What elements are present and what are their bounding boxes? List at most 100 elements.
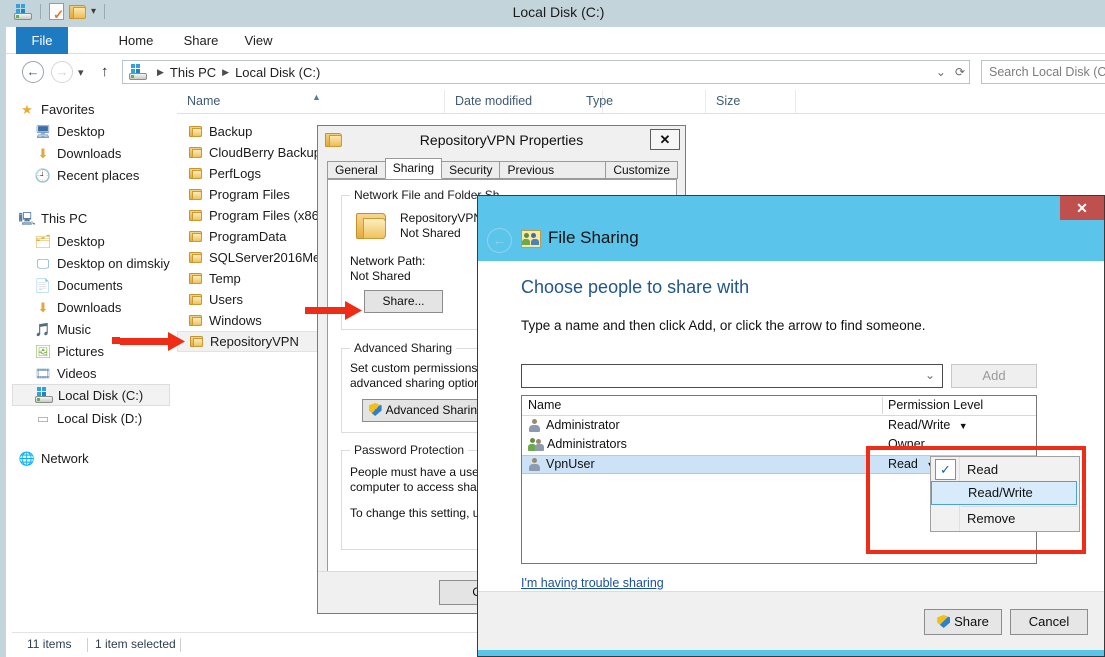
back-button[interactable]: ← <box>22 61 44 83</box>
breadcrumb-this-pc[interactable]: This PC <box>170 65 216 80</box>
back-button[interactable]: ← <box>487 228 512 253</box>
close-icon[interactable]: ✕ <box>1060 196 1104 220</box>
column-header-name[interactable]: Name <box>177 90 445 113</box>
tab-previous-versions[interactable]: Previous Versions <box>499 161 607 194</box>
page-subtitle: Type a name and then click Add, or click… <box>521 318 926 333</box>
menu-item-read[interactable]: ✓ Read <box>931 458 1079 482</box>
cancel-button[interactable]: Cancel <box>1010 609 1088 635</box>
permission-level-value: Read <box>888 457 918 471</box>
desktop-icon: 🖥 <box>34 123 52 139</box>
table-row[interactable]: CloudBerry Backup <box>177 142 321 163</box>
tab-file[interactable]: File <box>16 27 68 54</box>
sidebar-label-network: Network <box>41 450 89 466</box>
table-row[interactable]: ProgramData <box>177 226 286 247</box>
forward-button[interactable]: → <box>51 61 73 83</box>
drive-icon <box>35 387 53 403</box>
tab-share[interactable]: Share <box>176 27 226 54</box>
permission-level-dropdown[interactable]: Read/Write ▼ <box>888 418 968 432</box>
add-button[interactable]: Add <box>951 364 1037 388</box>
table-row[interactable]: Temp <box>177 268 241 289</box>
file-sharing-body: Choose people to share with Type a name … <box>478 261 1104 591</box>
permission-level-dropdown[interactable]: Read ▼ <box>888 457 935 471</box>
table-row[interactable]: SQLServer2016Media <box>177 247 338 268</box>
tab-general[interactable]: General <box>327 161 386 179</box>
user-name: Administrator <box>546 418 620 432</box>
refresh-icon[interactable]: ⟳ <box>955 65 965 79</box>
file-name: Temp <box>209 271 241 286</box>
shield-icon <box>369 403 382 416</box>
up-button[interactable]: ↑ <box>101 63 109 80</box>
sidebar-item-music[interactable]: 🎵 Music <box>12 318 91 340</box>
folder-icon <box>189 126 202 137</box>
recent-locations-icon[interactable]: ▾ <box>78 66 84 79</box>
sidebar-item-downloads[interactable]: ⬇ Downloads <box>12 296 122 318</box>
sidebar-item-videos[interactable]: 🎞 Videos <box>12 362 97 384</box>
file-name: ProgramData <box>209 229 287 244</box>
table-row[interactable]: Program Files (x86) <box>177 205 323 226</box>
sidebar-item-downloads-fav[interactable]: ⬇ Downloads <box>12 142 122 164</box>
shield-icon <box>937 615 950 628</box>
file-sharing-header: ✕ ← File Sharing <box>478 196 1104 261</box>
table-row[interactable]: Users <box>177 289 243 310</box>
share-button[interactable]: Share... <box>364 290 443 313</box>
column-header-size[interactable]: Size <box>706 90 796 113</box>
folder-icon <box>189 168 202 179</box>
sidebar-item-recent-places[interactable]: 🕘 Recent places <box>12 164 139 186</box>
table-row[interactable]: Backup <box>177 121 252 142</box>
tab-home[interactable]: Home <box>111 27 161 54</box>
history-chevron-icon[interactable]: ⌄ <box>936 65 946 79</box>
recent-places-icon: 🕘 <box>34 167 52 183</box>
table-row[interactable]: Program Files <box>177 184 290 205</box>
network-desktop-icon: 🖵 <box>36 255 50 271</box>
breadcrumb-separator-icon-2: ▶ <box>222 66 230 77</box>
sidebar-item-local-disk-c[interactable]: Local Disk (C:) <box>12 384 170 406</box>
folder-icon <box>189 189 202 200</box>
table-row[interactable]: Administrator Read/Write ▼ <box>522 417 1036 436</box>
trouble-sharing-link[interactable]: I'm having trouble sharing <box>521 576 664 590</box>
tab-view[interactable]: View <box>236 27 281 54</box>
permission-row-name-cell: Administrator <box>528 418 620 432</box>
search-input[interactable]: Search Local Disk (C:) <box>981 60 1105 84</box>
table-row[interactable]: Administrators Owner <box>522 436 1036 455</box>
music-icon: 🎵 <box>34 321 52 337</box>
star-icon: ★ <box>21 101 33 117</box>
shared-folder-status: Not Shared <box>400 226 461 240</box>
password-text-1: People must have a user a <box>350 465 493 479</box>
sidebar-item-local-disk-d[interactable]: ▭ Local Disk (D:) <box>12 407 142 429</box>
close-icon[interactable]: ✕ <box>650 129 680 150</box>
sidebar-item-pictures[interactable]: 🖼 Pictures <box>12 340 104 362</box>
sidebar-item-desktop-remote[interactable]: 🖵 Desktop on dimskiy <box>12 252 170 274</box>
folder-icon <box>189 231 202 242</box>
pictures-icon: 🖼 <box>34 343 52 359</box>
table-row[interactable]: Windows <box>177 310 262 331</box>
tab-customize[interactable]: Customize <box>605 161 678 179</box>
share-button[interactable]: Share <box>924 609 1002 635</box>
name-input[interactable]: ⌄ <box>521 364 943 388</box>
sidebar-label-this-pc: This PC <box>41 210 88 226</box>
file-sharing-footer: Share Cancel <box>478 591 1104 656</box>
sidebar-item-desktop-fav[interactable]: 🖥 Desktop <box>12 120 105 142</box>
sidebar-group-favorites[interactable]: ★ Favorites <box>12 98 94 120</box>
menu-item-remove[interactable]: Remove <box>931 507 1079 531</box>
sidebar-group-this-pc[interactable]: 🖳 This PC <box>12 207 87 229</box>
window-title: Local Disk (C:) <box>512 4 605 20</box>
ribbon-tabs: File Home Share View <box>6 27 1105 54</box>
breadcrumb[interactable]: ▶ This PC ▶ Local Disk (C:) ⌄ ⟳ <box>122 60 970 84</box>
breadcrumb-local-disk[interactable]: Local Disk (C:) <box>235 65 320 80</box>
password-protection-legend: Password Protection <box>350 443 469 457</box>
table-row[interactable]: PerfLogs <box>177 163 261 184</box>
sidebar-item-documents[interactable]: 📄 Documents <box>12 274 123 296</box>
breadcrumb-drive-icon <box>129 64 147 80</box>
column-header-type[interactable]: Type <box>576 90 706 113</box>
sidebar-group-network[interactable]: 🌐 Network <box>12 447 89 469</box>
tab-sharing[interactable]: Sharing <box>384 158 443 179</box>
menu-item-read-write[interactable]: Read/Write <box>931 481 1077 505</box>
file-name: CloudBerry Backup <box>209 145 321 160</box>
properties-dialog-title: RepositoryVPN Properties <box>419 132 584 148</box>
sidebar-label: Downloads <box>57 145 122 161</box>
column-header-permission-level: Permission Level <box>888 398 984 412</box>
tab-security[interactable]: Security <box>441 161 501 179</box>
chevron-down-icon[interactable]: ⌄ <box>925 368 935 382</box>
permission-level-value: Read/Write <box>888 418 951 432</box>
sidebar-item-desktop[interactable]: 🗂 Desktop <box>12 230 105 252</box>
